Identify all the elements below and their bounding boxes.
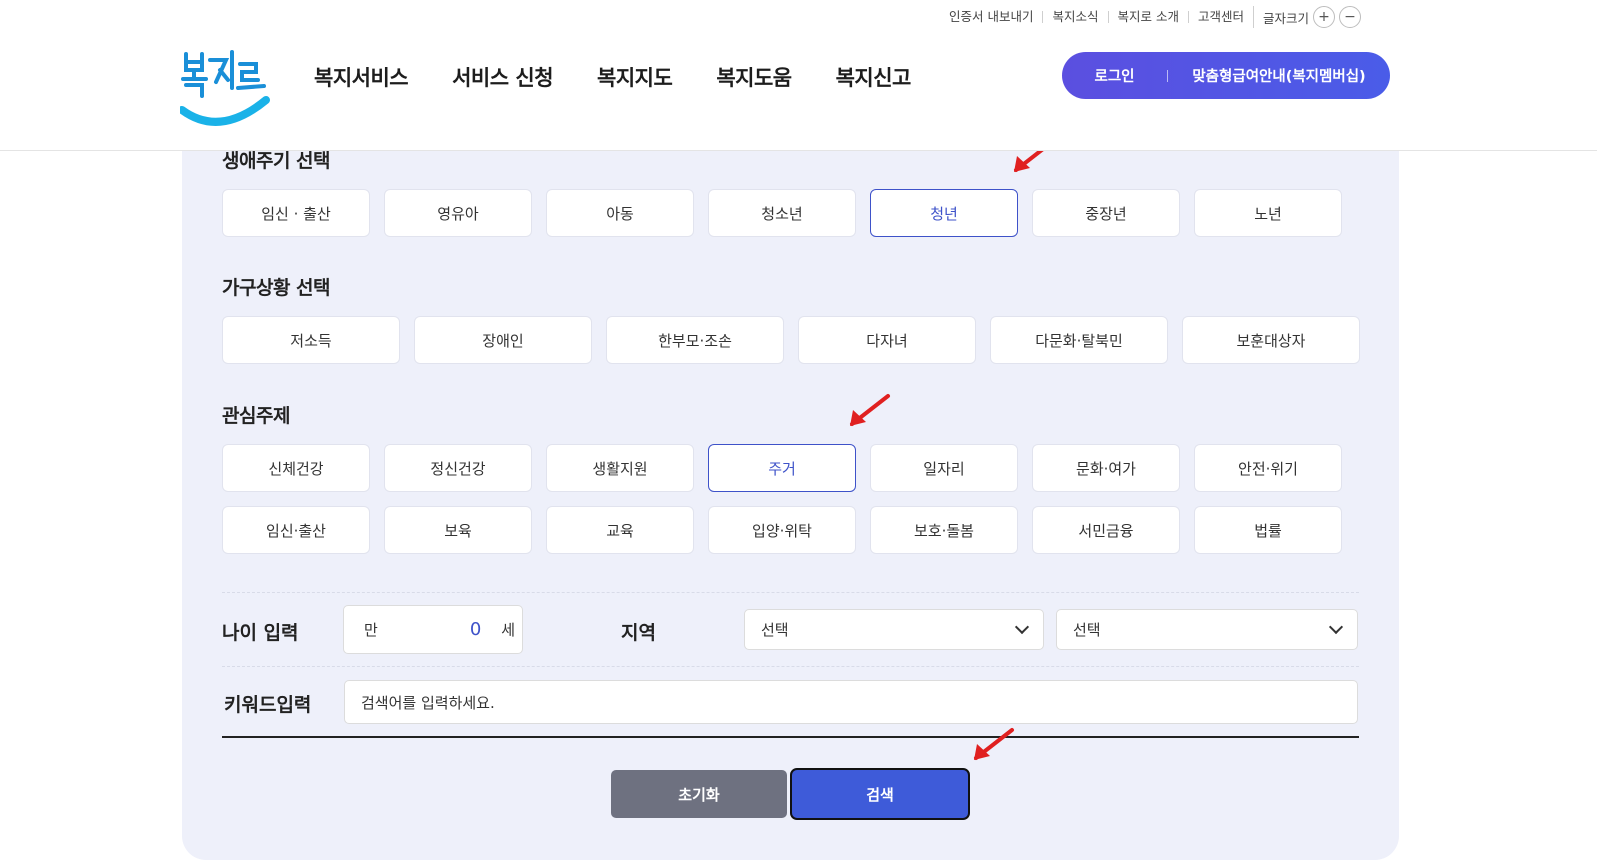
search-button[interactable]: 검색 [790, 768, 970, 820]
nav-service-apply[interactable]: 서비스 신청 [452, 62, 553, 92]
interest-option[interactable]: 신체건강 [222, 444, 370, 492]
life-cycle-option[interactable]: 중장년 [1032, 189, 1180, 237]
login-membership-bar: 로그인 맞춤형급여안내(복지멤버십) [1062, 52, 1390, 99]
household-option[interactable]: 저소득 [222, 316, 400, 364]
interest-title: 관심주제 [222, 405, 290, 427]
util-link-news[interactable]: 복지소식 [1042, 10, 1107, 23]
interest-option-selected[interactable]: 주거 [708, 444, 856, 492]
region-label: 지역 [621, 622, 656, 644]
region-select-sigungu-value: 선택 [1073, 621, 1101, 639]
household-option[interactable]: 다자녀 [798, 316, 976, 364]
util-link-support[interactable]: 고객센터 [1187, 10, 1253, 23]
font-size-control: 글자크기 + − [1253, 6, 1362, 28]
interest-options-row1: 신체건강 정신건강 생활지원 주거 일자리 문화·여가 안전·위기 [222, 444, 1342, 492]
age-label: 나이 입력 [222, 622, 299, 644]
keyword-label: 키워드입력 [224, 694, 312, 716]
interest-option[interactable]: 생활지원 [546, 444, 694, 492]
household-options: 저소득 장애인 한부모·조손 다자녀 다문화·탈북민 보훈대상자 [222, 316, 1360, 364]
age-prefix: 만 [364, 621, 378, 639]
life-cycle-option[interactable]: 임신 · 출산 [222, 189, 370, 237]
nav-welfare-map[interactable]: 복지지도 [597, 62, 673, 92]
life-cycle-option[interactable]: 아동 [546, 189, 694, 237]
nav-welfare-report[interactable]: 복지신고 [836, 62, 912, 92]
interest-option[interactable]: 임신·출산 [222, 506, 370, 554]
interest-option[interactable]: 입양·위탁 [708, 506, 856, 554]
nav-welfare-help[interactable]: 복지도움 [716, 62, 792, 92]
reset-button[interactable]: 초기화 [611, 770, 787, 818]
interest-option[interactable]: 보육 [384, 506, 532, 554]
household-option[interactable]: 다문화·탈북민 [990, 316, 1168, 364]
life-cycle-option[interactable]: 영유아 [384, 189, 532, 237]
keyword-underline [222, 736, 1359, 738]
interest-option[interactable]: 일자리 [870, 444, 1018, 492]
nav-welfare-service[interactable]: 복지서비스 [314, 62, 409, 92]
font-size-minus-button[interactable]: − [1339, 6, 1362, 28]
keyword-input[interactable]: 검색어를 입력하세요. [344, 680, 1358, 724]
interest-option[interactable]: 법률 [1194, 506, 1342, 554]
keyword-placeholder: 검색어를 입력하세요. [361, 693, 495, 712]
interest-option[interactable]: 정신건강 [384, 444, 532, 492]
interest-option[interactable]: 안전·위기 [1194, 444, 1342, 492]
font-size-label: 글자크기 [1263, 10, 1310, 26]
membership-button[interactable]: 맞춤형급여안내(복지멤버십) [1168, 65, 1390, 86]
bokjiro-logo[interactable] [178, 48, 270, 134]
life-cycle-option[interactable]: 노년 [1194, 189, 1342, 237]
region-select-sido-value: 선택 [761, 621, 789, 639]
main-nav: 복지서비스 서비스 신청 복지지도 복지도움 복지신고 [314, 62, 911, 92]
chevron-down-icon [1014, 619, 1030, 634]
bokjiro-logo-icon [178, 50, 270, 126]
interest-option[interactable]: 보호·돌봄 [870, 506, 1018, 554]
site-header: 인증서 내보내기 복지소식 복지로 소개 고객센터 글자크기 + − 복지서비스 [0, 0, 1597, 151]
interest-option[interactable]: 서민금융 [1032, 506, 1180, 554]
age-input[interactable]: 만 0 세 [343, 605, 523, 654]
life-cycle-option[interactable]: 청소년 [708, 189, 856, 237]
divider [222, 666, 1359, 667]
region-select-sigungu[interactable]: 선택 [1056, 609, 1358, 650]
region-select-sido[interactable]: 선택 [744, 609, 1044, 650]
util-link-about[interactable]: 복지로 소개 [1107, 10, 1188, 23]
font-size-plus-button[interactable]: + [1313, 6, 1336, 28]
household-option[interactable]: 한부모·조손 [606, 316, 784, 364]
util-link-cert-export[interactable]: 인증서 내보내기 [940, 10, 1042, 23]
life-cycle-options: 임신 · 출산 영유아 아동 청소년 청년 중장년 노년 [222, 189, 1342, 237]
age-suffix: 세 [501, 621, 516, 639]
interest-option[interactable]: 문화·여가 [1032, 444, 1180, 492]
household-title: 가구상황 선택 [222, 277, 331, 299]
login-button[interactable]: 로그인 [1062, 65, 1167, 86]
utility-bar: 인증서 내보내기 복지소식 복지로 소개 고객센터 글자크기 + − [940, 6, 1362, 28]
household-option[interactable]: 보훈대상자 [1182, 316, 1360, 364]
life-cycle-option-selected[interactable]: 청년 [870, 189, 1018, 237]
chevron-down-icon [1328, 619, 1344, 634]
divider [222, 592, 1359, 593]
interest-option[interactable]: 교육 [546, 506, 694, 554]
household-option[interactable]: 장애인 [414, 316, 592, 364]
interest-options-row2: 임신·출산 보육 교육 입양·위탁 보호·돌봄 서민금융 법률 [222, 506, 1342, 554]
age-value[interactable]: 0 [470, 619, 481, 640]
